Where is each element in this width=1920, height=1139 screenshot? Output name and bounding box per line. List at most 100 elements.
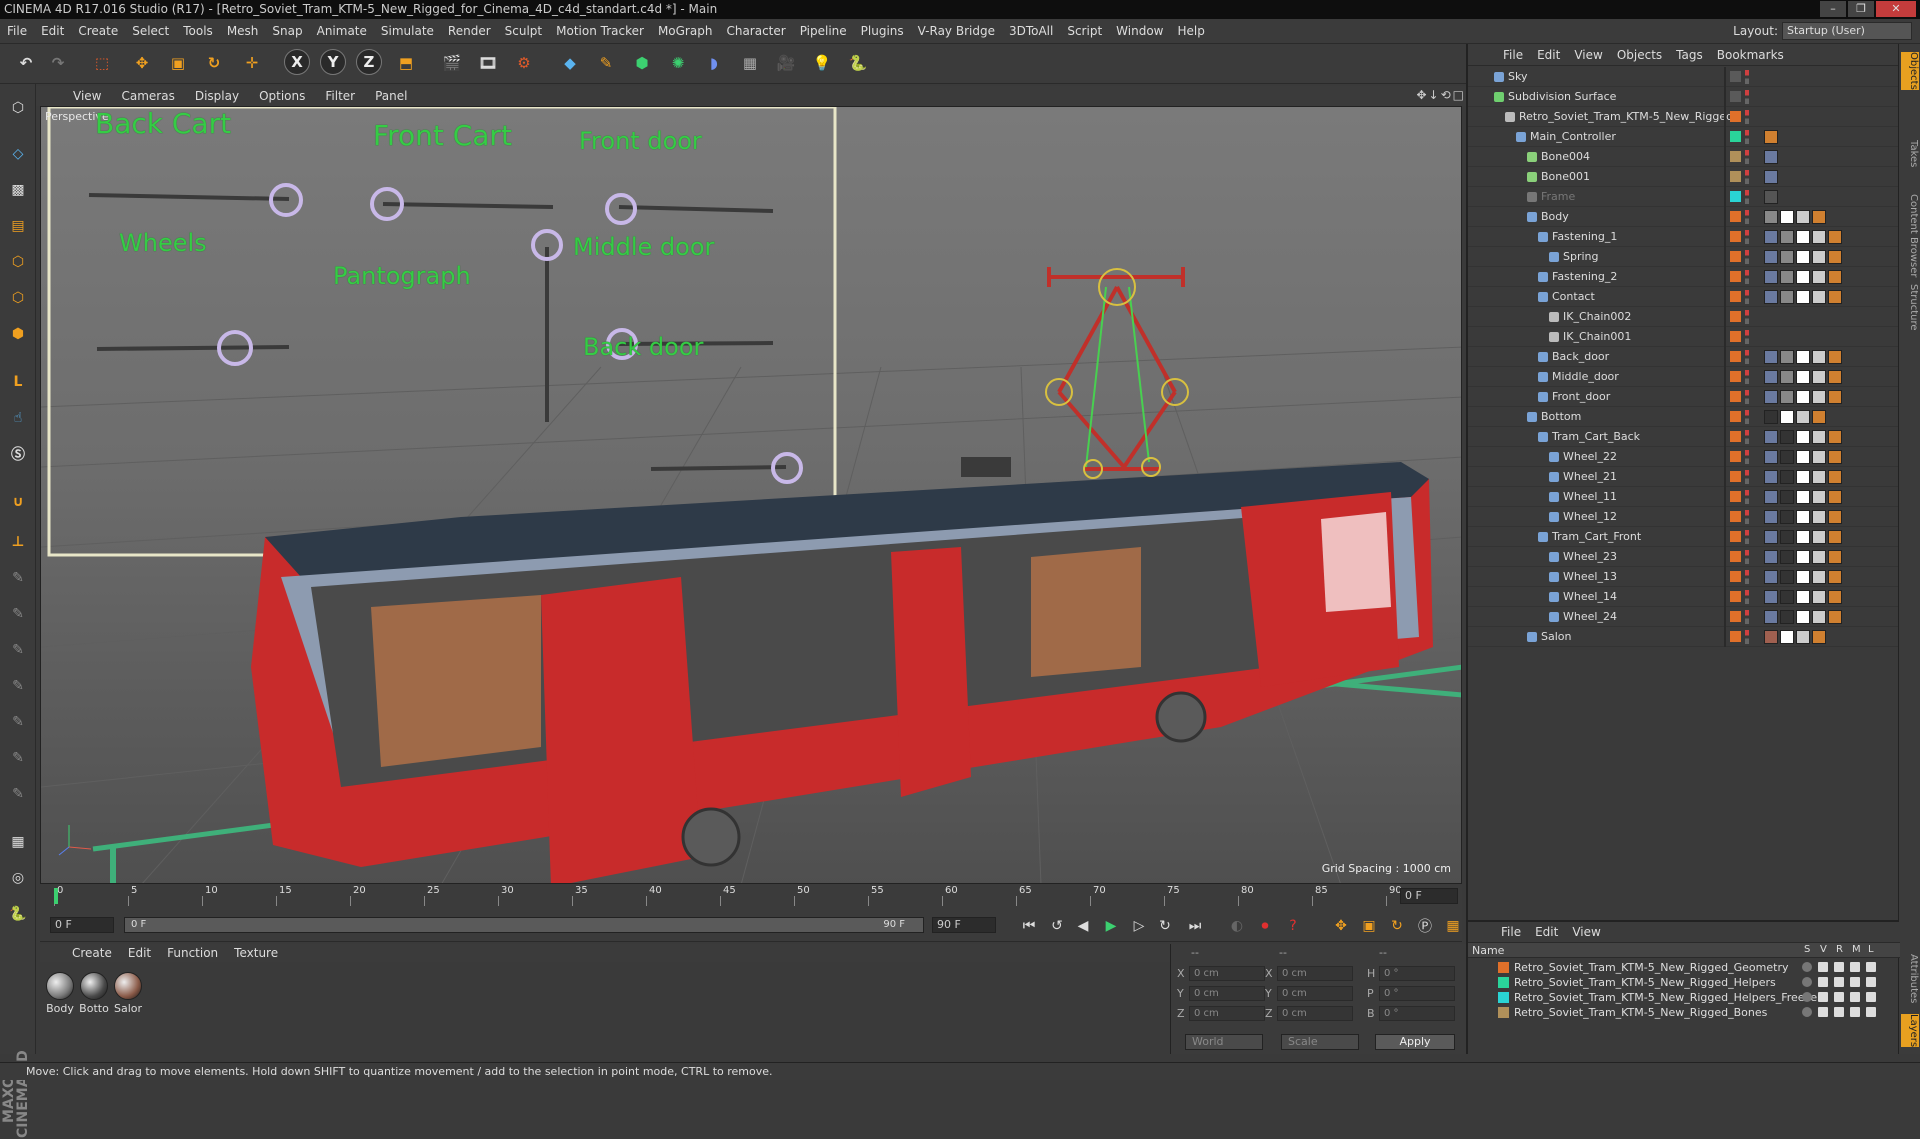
coord-value-field[interactable]: 0 cm — [1189, 1006, 1265, 1021]
python-script-icon[interactable]: 🐍 — [4, 900, 32, 928]
tag-icon[interactable] — [1828, 530, 1842, 544]
tag-icon[interactable] — [1828, 290, 1842, 304]
layer-color-swatch[interactable] — [1498, 962, 1509, 973]
layer-color-icon[interactable] — [1730, 391, 1741, 402]
material-swatch[interactable]: Body — [44, 972, 76, 1015]
minimize-button[interactable]: – — [1820, 1, 1846, 17]
camera-icon[interactable]: 🎥 — [772, 49, 800, 77]
tag-icon[interactable] — [1812, 210, 1826, 224]
coord-value-field[interactable]: 0 cm — [1277, 966, 1353, 981]
viewport-menu-panel[interactable]: Panel — [366, 89, 416, 103]
maximize-button[interactable]: ❐ — [1848, 1, 1874, 17]
object-row[interactable]: Wheel_11 — [1468, 487, 1898, 507]
layer-lock-toggle[interactable] — [1866, 977, 1876, 987]
object-menu-objects[interactable]: Objects — [1610, 48, 1669, 62]
tag-icon[interactable] — [1828, 450, 1842, 464]
tag-icon[interactable] — [1812, 390, 1826, 404]
deformer-icon[interactable]: ◗ — [700, 49, 728, 77]
tag-icon[interactable] — [1764, 590, 1778, 604]
tag-icon[interactable] — [1780, 290, 1794, 304]
menu-motion-tracker[interactable]: Motion Tracker — [549, 24, 651, 38]
tag-icon[interactable] — [1812, 270, 1826, 284]
tweak-mode-icon[interactable]: ☝ — [4, 404, 32, 432]
object-row[interactable]: Bone004 — [1468, 147, 1898, 167]
menu-sculpt[interactable]: Sculpt — [498, 24, 549, 38]
layer-color-swatch[interactable] — [1498, 1007, 1509, 1018]
layer-color-icon[interactable] — [1730, 371, 1741, 382]
tag-icon[interactable] — [1764, 470, 1778, 484]
viewport-menu-display[interactable]: Display — [186, 89, 248, 103]
tag-icon[interactable] — [1764, 530, 1778, 544]
apply-button[interactable]: Apply — [1375, 1034, 1455, 1050]
layer-manager-toggle[interactable] — [1850, 992, 1860, 1002]
render-view-icon[interactable]: 🎬 — [438, 49, 466, 77]
tag-icon[interactable] — [1812, 590, 1826, 604]
tag-icon[interactable] — [1764, 370, 1778, 384]
visibility-dots[interactable] — [1745, 70, 1749, 84]
layer-color-icon[interactable] — [1730, 491, 1741, 502]
make-editable-icon[interactable]: ⬡ — [4, 94, 32, 122]
rotate-tool-icon[interactable]: ↻ — [200, 49, 228, 77]
layer-row[interactable]: Retro_Soviet_Tram_KTM-5_New_Rigged_Helpe… — [1468, 975, 1900, 990]
tag-icon[interactable] — [1796, 370, 1810, 384]
texture-mode-icon[interactable]: ▩ — [4, 176, 32, 204]
visibility-dots[interactable] — [1745, 410, 1749, 424]
layer-lock-toggle[interactable] — [1866, 1007, 1876, 1017]
tag-icon[interactable] — [1764, 190, 1778, 204]
layer-menu-file[interactable]: File — [1494, 925, 1528, 939]
workplane-icon[interactable]: ⊥ — [4, 528, 32, 556]
material-menu-function[interactable]: Function — [159, 946, 226, 960]
visibility-dots[interactable] — [1745, 170, 1749, 184]
menu-3dtoall[interactable]: 3DToAll — [1002, 24, 1060, 38]
tag-icon[interactable] — [1812, 370, 1826, 384]
object-row[interactable]: Tram_Cart_Front — [1468, 527, 1898, 547]
layer-color-icon[interactable] — [1730, 471, 1741, 482]
menu-window[interactable]: Window — [1109, 24, 1170, 38]
layer-color-icon[interactable] — [1730, 251, 1741, 262]
tag-icon[interactable] — [1764, 130, 1778, 144]
go-to-start-icon[interactable]: ⏮ — [1018, 915, 1040, 937]
layer-color-icon[interactable] — [1730, 431, 1741, 442]
side-tab-structure[interactable]: Structure — [1901, 284, 1919, 331]
menu-file[interactable]: File — [0, 24, 34, 38]
menu-script[interactable]: Script — [1060, 24, 1109, 38]
tag-icon[interactable] — [1812, 410, 1826, 424]
tag-icon[interactable] — [1796, 450, 1810, 464]
side-tab-objects[interactable]: Objects — [1901, 52, 1919, 90]
tag-icon[interactable] — [1828, 390, 1842, 404]
visibility-dots[interactable] — [1745, 290, 1749, 304]
sculpt-inflate-icon[interactable]: ✎ — [4, 672, 32, 700]
side-tab-layers[interactable]: Layers — [1901, 1014, 1919, 1048]
material-menu-create[interactable]: Create — [64, 946, 120, 960]
render-picture-viewer-icon[interactable]: 🎞 — [474, 49, 502, 77]
redo-icon[interactable]: ↷ — [44, 49, 72, 77]
layer-lock-toggle[interactable] — [1866, 962, 1876, 972]
layer-color-icon[interactable] — [1730, 331, 1741, 342]
model-mode-icon[interactable]: ◇ — [4, 140, 32, 168]
visibility-dots[interactable] — [1745, 630, 1749, 644]
coord-system-dropdown[interactable]: World — [1185, 1034, 1263, 1050]
grid-icon[interactable]: ▦ — [4, 828, 32, 856]
layer-color-icon[interactable] — [1730, 591, 1741, 602]
layer-color-icon[interactable] — [1730, 531, 1741, 542]
visibility-dots[interactable] — [1745, 530, 1749, 544]
layer-color-icon[interactable] — [1730, 231, 1741, 242]
frame-range-slider[interactable]: 0 F 90 F — [124, 917, 924, 933]
object-row[interactable]: Subdivision Surface — [1468, 87, 1898, 107]
layer-render-toggle[interactable] — [1834, 962, 1844, 972]
end-frame-field[interactable]: 90 F — [932, 917, 996, 933]
visibility-dots[interactable] — [1745, 330, 1749, 344]
menu-animate[interactable]: Animate — [310, 24, 374, 38]
tag-icon[interactable] — [1764, 230, 1778, 244]
visibility-dots[interactable] — [1745, 150, 1749, 164]
sculpt-grab-icon[interactable]: ✎ — [4, 708, 32, 736]
layer-color-icon[interactable] — [1730, 551, 1741, 562]
menu-mograph[interactable]: MoGraph — [651, 24, 720, 38]
tag-icon[interactable] — [1828, 430, 1842, 444]
layer-solo-toggle[interactable] — [1802, 977, 1812, 987]
edges-mode-icon[interactable]: ⬡ — [4, 284, 32, 312]
layer-color-icon[interactable] — [1730, 451, 1741, 462]
timeline-playhead[interactable] — [54, 888, 58, 904]
menu-help[interactable]: Help — [1170, 24, 1211, 38]
coord-value-field[interactable]: 0 cm — [1189, 966, 1265, 981]
